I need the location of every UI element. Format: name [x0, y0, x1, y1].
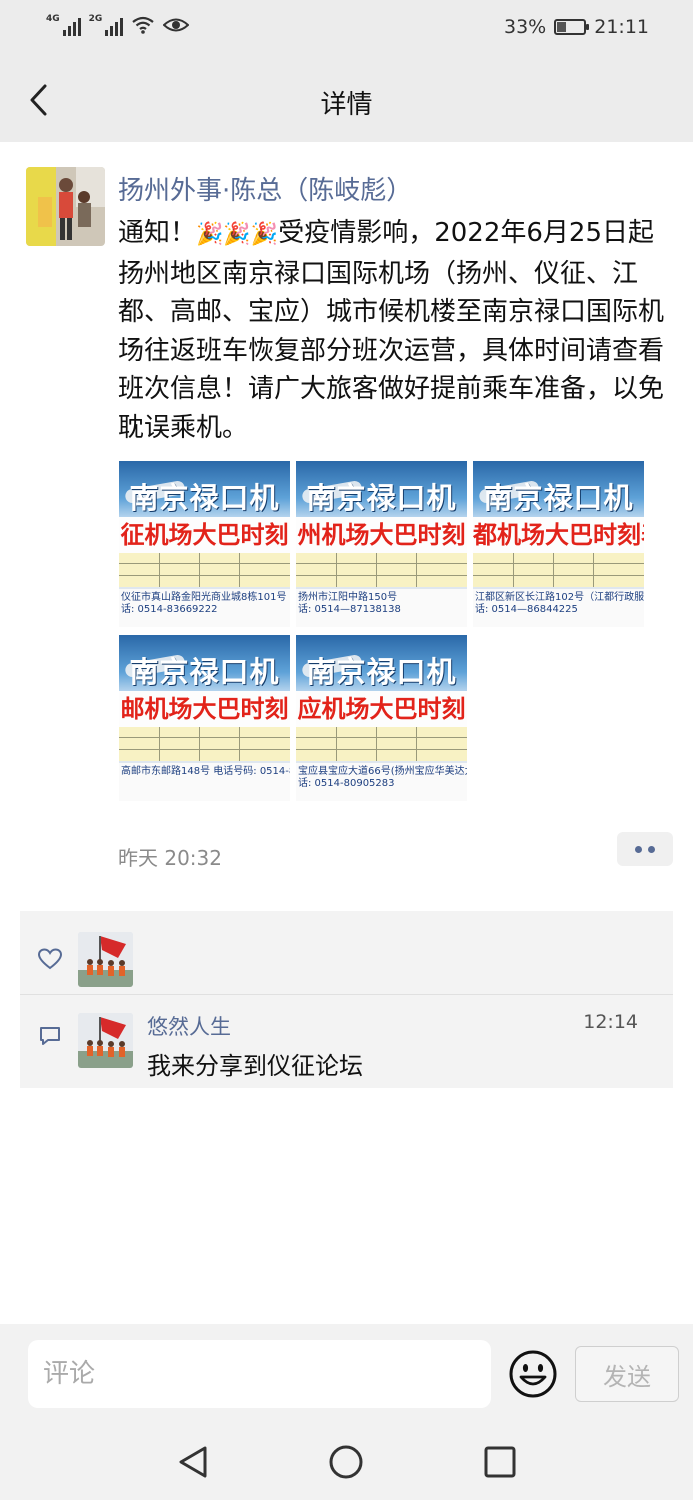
net-type-2: 2G — [88, 14, 103, 24]
status-left: 4G 2G — [46, 14, 190, 36]
commenter-avatar[interactable] — [78, 1013, 133, 1068]
image-grid: 南京禄口机 征机场大巴时刻 仪征市真山路金阳光商业城8栋101号 话: 0514-… — [119, 461, 644, 801]
post-text-prefix: 通知！ — [118, 218, 197, 248]
image-subtitle: 应机场大巴时刻 — [297, 695, 466, 723]
image-title: 南京禄口机 — [306, 481, 457, 515]
interaction-panel: 悠然人生 12:14 我来分享到仪征论坛 — [20, 911, 673, 1088]
image-address: 江都区新区长江路102号（江都行政服务中 — [475, 592, 644, 603]
status-right: 33% 21:11 — [504, 16, 649, 38]
comment-icon — [40, 1027, 60, 1045]
signal-2g-icon: 2G — [89, 14, 124, 36]
post-text-body: 受疫情影响，2022年6月25日起扬州地区南京禄口国际机场（扬州、仪征、江都、高… — [118, 218, 665, 443]
image-address: 宝应县宝应大道66号(扬州宝应华美达大酒 — [298, 766, 467, 777]
schedule-image-3[interactable]: 南京禄口机 都机场大巴时刻表 江都区新区长江路102号（江都行政服务中话: 05… — [473, 461, 644, 627]
eye-icon — [163, 18, 190, 32]
schedule-image-5[interactable]: 南京禄口机 应机场大巴时刻 宝应县宝应大道66号(扬州宝应华美达大酒 话: 051… — [296, 635, 467, 801]
post-text: 通知！🎉🎉🎉受疫情影响，2022年6月25日起扬州地区南京禄口国际机场（扬州、仪… — [118, 214, 670, 447]
circle-home-icon[interactable] — [326, 1442, 366, 1482]
liker-avatar[interactable] — [78, 932, 133, 987]
commenter-name[interactable]: 悠然人生 — [147, 1011, 231, 1041]
more-dots-icon — [648, 845, 655, 853]
image-phone: 话: 0514—87138138 — [298, 604, 401, 615]
image-phone: 话: 0514-80905283 — [298, 778, 395, 789]
clock: 21:11 — [594, 16, 649, 38]
likes-row — [20, 911, 673, 995]
image-address: 高邮市东邮路148号 电话号码: 0514-84 — [121, 766, 290, 777]
image-title: 南京禄口机 — [483, 481, 634, 515]
image-subtitle: 州机场大巴时刻 — [297, 521, 466, 549]
author-name[interactable]: 扬州外事·陈总（陈岐彪） — [118, 170, 412, 207]
avatar-photo — [26, 167, 105, 246]
more-actions-button[interactable] — [617, 832, 673, 866]
comment-text: 我来分享到仪征论坛 — [147, 1052, 363, 1080]
party-emoji-icon: 🎉🎉🎉 — [196, 222, 279, 247]
wifi-icon — [132, 16, 154, 34]
post-timestamp: 昨天 20:32 — [118, 846, 222, 870]
image-title: 南京禄口机 — [306, 655, 457, 689]
more-dots-icon — [635, 845, 642, 853]
image-address: 仪征市真山路金阳光商业城8栋101号 — [121, 592, 287, 603]
send-button[interactable]: 发送 — [575, 1346, 679, 1402]
image-subtitle: 征机场大巴时刻 — [120, 521, 289, 549]
signal-4g-icon: 4G — [46, 14, 81, 36]
smiley-icon[interactable] — [508, 1349, 558, 1399]
comment-item[interactable]: 悠然人生 12:14 我来分享到仪征论坛 — [20, 995, 673, 1088]
image-subtitle: 邮机场大巴时刻 — [120, 695, 289, 723]
page-title: 详情 — [320, 90, 373, 120]
title-bar: 详情 — [0, 58, 693, 142]
system-nav-bar — [0, 1420, 693, 1500]
image-phone: 话: 0514—86844225 — [475, 604, 578, 615]
schedule-image-2[interactable]: 南京禄口机 州机场大巴时刻 扬州市江阳中路150号 话: 0514—8713813… — [296, 461, 467, 627]
image-address: 扬州市江阳中路150号 — [298, 592, 398, 603]
comment-input-bar: 发送 — [0, 1324, 693, 1420]
net-type-1: 4G — [46, 14, 60, 24]
author-avatar[interactable] — [26, 167, 105, 246]
battery-percent: 33% — [504, 16, 547, 38]
schedule-image-4[interactable]: 南京禄口机 邮机场大巴时刻 高邮市东邮路148号 电话号码: 0514-84 — [119, 635, 290, 801]
comment-time: 12:14 — [583, 1011, 638, 1033]
comment-input[interactable] — [28, 1340, 491, 1408]
image-phone: 话: 0514-83669222 — [121, 604, 218, 615]
image-title: 南京禄口机 — [129, 481, 280, 515]
image-subtitle: 都机场大巴时刻表 — [473, 521, 644, 549]
battery-icon — [554, 19, 590, 35]
square-recents-icon[interactable] — [480, 1442, 520, 1482]
schedule-image-1[interactable]: 南京禄口机 征机场大巴时刻 仪征市真山路金阳光商业城8栋101号 话: 0514-… — [119, 461, 290, 627]
image-title: 南京禄口机 — [129, 655, 280, 689]
heart-icon — [38, 948, 62, 970]
status-bar: 4G 2G 33% 21:11 — [0, 0, 693, 58]
triangle-back-icon[interactable] — [173, 1442, 213, 1482]
